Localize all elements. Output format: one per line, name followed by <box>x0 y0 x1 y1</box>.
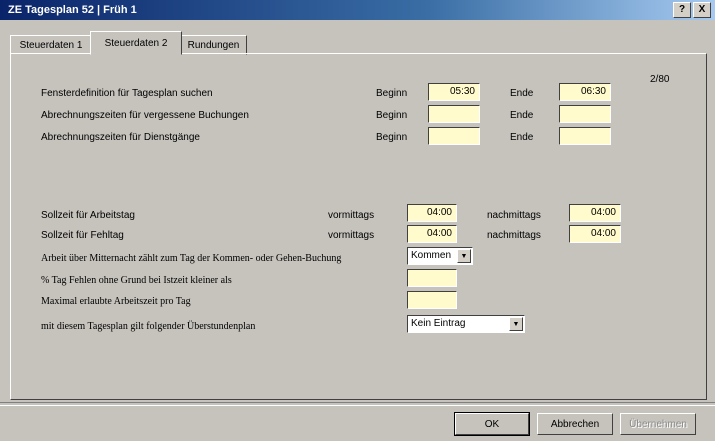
page-counter: 2/80 <box>650 74 670 85</box>
target-row-label: Sollzeit für Fehltag <box>41 230 124 241</box>
overtime-plan-value: Kein Eintrag <box>411 318 466 329</box>
divider <box>0 402 715 406</box>
midnight-label: Arbeit über Mitternacht zählt zum Tag de… <box>41 253 342 264</box>
tab-steuerdaten-2[interactable]: Steuerdaten 2 <box>90 31 182 55</box>
chevron-down-icon[interactable]: ▼ <box>457 249 471 263</box>
midnight-select-value: Kommen <box>411 250 452 261</box>
absence-percent-label: % Tag Fehlen ohne Grund bei Istzeit klei… <box>41 275 232 286</box>
workday-pm-field[interactable]: 04:00 <box>569 204 621 222</box>
target-row-label: Sollzeit für Arbeitstag <box>41 210 135 221</box>
am-label: vormittags <box>328 230 375 241</box>
forgotten-end-field[interactable] <box>559 105 611 123</box>
am-label: vormittags <box>328 210 375 221</box>
cancel-button[interactable]: Abbrechen <box>537 413 613 435</box>
end-label: Ende <box>510 132 534 143</box>
tab-steuerdaten-1[interactable]: Steuerdaten 1 <box>10 35 92 55</box>
absence-percent-field[interactable] <box>407 269 457 287</box>
apply-button[interactable]: Übernehmen <box>620 413 696 435</box>
window-begin-field[interactable]: 05:30 <box>428 83 480 101</box>
workday-am-field[interactable]: 04:00 <box>407 204 457 222</box>
begin-label: Beginn <box>376 110 408 121</box>
window-row-label: Abrechnungszeiten für Dienstgänge <box>41 132 200 143</box>
max-worktime-field[interactable] <box>407 291 457 309</box>
ok-button[interactable]: OK <box>454 412 530 436</box>
forgotten-begin-field[interactable] <box>428 105 480 123</box>
tab-panel: 2/80 Fensterdefinition für Tagesplan suc… <box>10 53 707 400</box>
title-bar: ZE Tagesplan 52 | Früh 1 ? X <box>0 0 715 20</box>
absence-am-field[interactable]: 04:00 <box>407 225 457 243</box>
window-row-label: Abrechnungszeiten für vergessene Buchung… <box>41 110 249 121</box>
title-buttons: ? X <box>673 2 711 18</box>
max-worktime-label: Maximal erlaubte Arbeitszeit pro Tag <box>41 296 191 307</box>
close-button[interactable]: X <box>693 2 711 18</box>
errand-begin-field[interactable] <box>428 127 480 145</box>
help-button[interactable]: ? <box>673 2 691 18</box>
midnight-select[interactable]: Kommen ▼ <box>407 247 473 265</box>
begin-label: Beginn <box>376 132 408 143</box>
absence-pm-field[interactable]: 04:00 <box>569 225 621 243</box>
end-label: Ende <box>510 88 534 99</box>
overtime-plan-label: mit diesem Tagesplan gilt folgender Über… <box>41 321 256 332</box>
pm-label: nachmittags <box>487 230 541 241</box>
overtime-plan-select[interactable]: Kein Eintrag ▼ <box>407 315 525 333</box>
window-end-field[interactable]: 06:30 <box>559 83 611 101</box>
begin-label: Beginn <box>376 88 408 99</box>
errand-end-field[interactable] <box>559 127 611 145</box>
chevron-down-icon[interactable]: ▼ <box>509 317 523 331</box>
pm-label: nachmittags <box>487 210 541 221</box>
end-label: Ende <box>510 110 534 121</box>
window-title: ZE Tagesplan 52 | Früh 1 <box>8 4 137 16</box>
window-row-label: Fensterdefinition für Tagesplan suchen <box>41 88 213 99</box>
tab-rundungen[interactable]: Rundungen <box>180 35 247 55</box>
